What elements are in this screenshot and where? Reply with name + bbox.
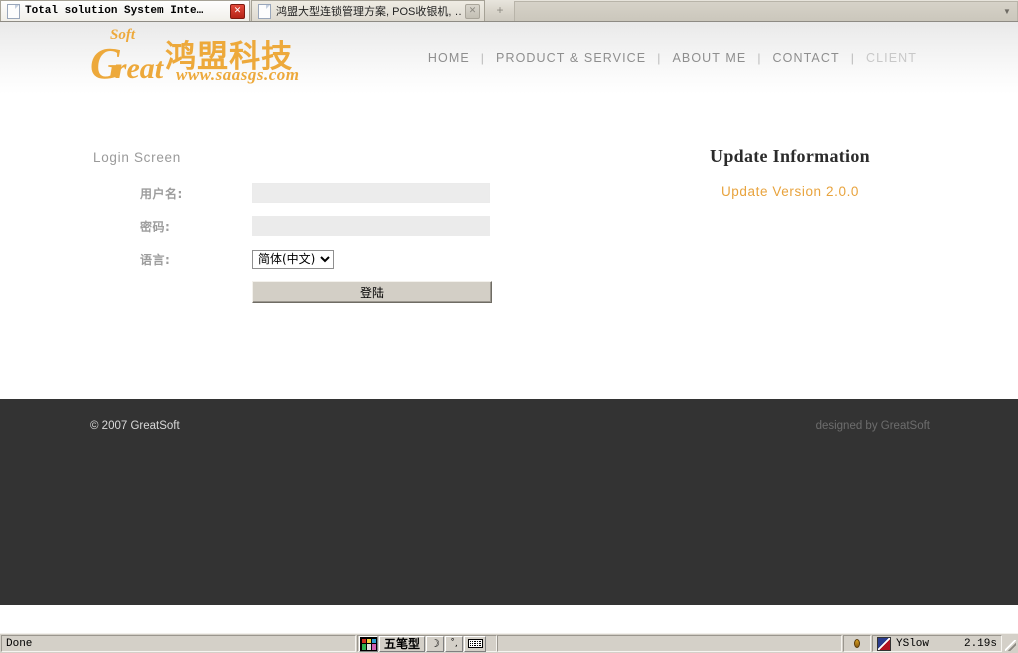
- update-information-title: Update Information: [710, 146, 870, 166]
- password-label: 密码:: [140, 219, 171, 234]
- ime-logo-icon[interactable]: [359, 635, 378, 652]
- site-header: Soft Great 鸿盟科技 www.saasgs.com HOME | PR…: [0, 22, 1018, 94]
- bug-icon: [851, 638, 863, 650]
- logo-greatsoft-text: Soft Great: [90, 28, 164, 86]
- close-icon[interactable]: ✕: [465, 3, 480, 19]
- submit-row: 登陆: [252, 281, 500, 303]
- firebug-button[interactable]: [843, 635, 871, 652]
- chevron-down-icon[interactable]: ▼: [997, 1, 1018, 21]
- nav-item-about-me[interactable]: ABOUT ME: [661, 51, 757, 65]
- status-bar-spacer: [497, 635, 842, 652]
- password-input[interactable]: [252, 216, 490, 236]
- yslow-panel[interactable]: YSlow 2.19s: [872, 635, 1002, 652]
- page-icon: [258, 3, 271, 19]
- yslow-icon: [877, 636, 891, 651]
- keyboard-icon[interactable]: [464, 635, 487, 652]
- tab-title: 鸿盟大型连锁管理方案, POS收银机, …: [276, 6, 462, 18]
- nav-item-home[interactable]: HOME: [417, 51, 481, 65]
- resize-grip-icon[interactable]: [1002, 634, 1018, 653]
- status-text: Done: [1, 635, 356, 652]
- keyboard-glyph: [467, 639, 483, 648]
- punctuation-icon[interactable]: ˚,: [445, 635, 464, 652]
- tab-title: Total solution System Inte…: [25, 5, 204, 17]
- page-icon: [7, 3, 20, 19]
- site-footer: © 2007 GreatSoft designed by GreatSoft: [0, 399, 1018, 605]
- main-navigation: HOME | PRODUCT & SERVICE | ABOUT ME | CO…: [417, 51, 928, 65]
- footer-copyright: © 2007 GreatSoft: [90, 420, 180, 432]
- tab-bar-empty-area: [514, 1, 997, 21]
- ime-input-method-name[interactable]: 五笔型: [379, 635, 426, 652]
- yslow-label: YSlow: [896, 637, 930, 650]
- yslow-load-time: 2.19s: [963, 637, 997, 650]
- login-form: 用户名: 密码: 语言: 简体(中文) 登陆: [140, 182, 500, 303]
- logo-url-text: www.saasgs.com: [176, 65, 300, 84]
- browser-tab-2[interactable]: 鸿盟大型连锁管理方案, POS收银机, … ✕: [251, 0, 485, 21]
- footer-designed-by: designed by GreatSoft: [815, 420, 930, 432]
- login-screen-title: Login Screen: [93, 150, 181, 165]
- update-version-text: Update Version 2.0.0: [720, 184, 860, 199]
- browser-window: Total solution System Inte… ✕ 鸿盟大型连锁管理方案…: [0, 0, 1018, 653]
- moon-icon[interactable]: ☽: [426, 635, 445, 652]
- language-label: 语言:: [140, 252, 171, 267]
- page-viewport: Soft Great 鸿盟科技 www.saasgs.com HOME | PR…: [0, 22, 1018, 633]
- logo-reat-text: reat: [114, 52, 164, 85]
- username-input[interactable]: [252, 183, 490, 203]
- browser-tab-1[interactable]: Total solution System Inte… ✕: [0, 0, 250, 21]
- ime-toolbar[interactable]: 五笔型 ☽ ˚,: [357, 635, 497, 652]
- nav-item-product-service[interactable]: PRODUCT & SERVICE: [485, 51, 657, 65]
- username-label: 用户名:: [140, 186, 183, 201]
- update-information-panel: Update Information Update Version 2.0.0: [640, 146, 940, 199]
- browser-tab-bar: Total solution System Inte… ✕ 鸿盟大型连锁管理方案…: [0, 0, 1018, 22]
- nav-item-client[interactable]: CLIENT: [855, 51, 928, 65]
- language-row: 语言: 简体(中文): [140, 248, 500, 270]
- new-tab-button[interactable]: +: [488, 0, 512, 20]
- username-row: 用户名:: [140, 182, 500, 204]
- nav-item-contact[interactable]: CONTACT: [762, 51, 851, 65]
- logo-soft-text: Soft: [110, 27, 136, 43]
- close-icon[interactable]: ✕: [230, 3, 245, 19]
- browser-status-bar: Done 五笔型 ☽ ˚, YSlow 2.19s: [0, 633, 1018, 653]
- main-content: Login Screen 用户名: 密码: 语言: 简体(中文) 登陆 Upda…: [0, 94, 1018, 399]
- password-row: 密码:: [140, 215, 500, 237]
- language-select[interactable]: 简体(中文): [252, 249, 334, 269]
- site-logo[interactable]: Soft Great 鸿盟科技 www.saasgs.com: [90, 28, 390, 86]
- login-button[interactable]: 登陆: [252, 281, 492, 303]
